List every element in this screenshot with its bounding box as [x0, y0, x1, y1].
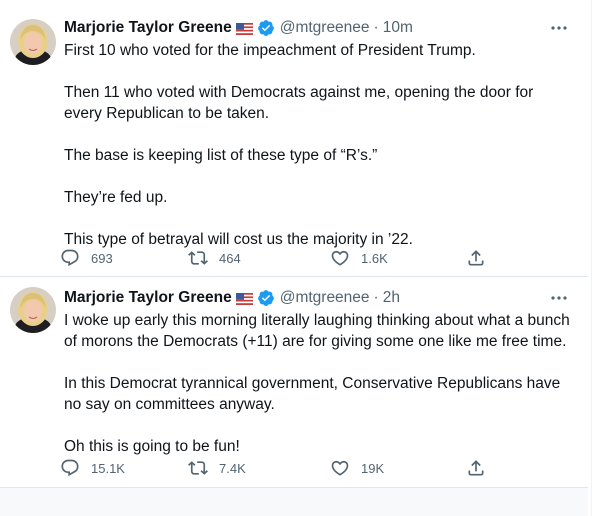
tweet-paragraph: In this Democrat tyrannical government, …	[64, 375, 565, 413]
retweet-button[interactable]: 7.4K	[188, 457, 246, 479]
tweet[interactable]: Marjorie Taylor Greene @mtgreenee ·	[0, 277, 588, 488]
avatar[interactable]	[10, 287, 56, 333]
tweet-paragraph: Then 11 who voted with Democrats against…	[64, 84, 538, 122]
retweet-count: 464	[219, 250, 241, 266]
reply-button[interactable]: 15.1K	[60, 457, 125, 479]
share-icon	[468, 250, 484, 266]
timeline-spacer	[0, 488, 588, 516]
tweet-paragraph: First 10 who voted for the impeachment o…	[64, 42, 476, 59]
timeline: Marjorie Taylor Greene @mtgreenee · 10m …	[0, 0, 592, 516]
us-flag-icon	[235, 292, 253, 306]
tweet-text: I woke up early this morning literally l…	[64, 310, 574, 457]
like-count: 19K	[361, 460, 385, 476]
retweet-icon	[188, 461, 208, 475]
verified-badge-icon	[257, 19, 275, 37]
reply-count: 15.1K	[91, 460, 125, 476]
reply-icon	[61, 459, 79, 477]
tweet-header: Marjorie Taylor Greene @mtgreenee ·	[64, 288, 400, 308]
tweet-paragraph: The base is keeping list of these type o…	[64, 147, 378, 164]
retweet-count: 7.4K	[219, 460, 246, 476]
author-handle[interactable]: @mtgreenee	[280, 289, 370, 307]
separator-dot: ·	[373, 289, 379, 306]
share-button[interactable]	[466, 247, 486, 269]
tweet-actions: 693 464 1.6K	[60, 247, 490, 269]
like-button[interactable]: 1.6K	[330, 247, 388, 269]
separator-dot: ·	[373, 19, 379, 36]
heart-icon	[331, 460, 349, 476]
like-count: 1.6K	[361, 250, 388, 266]
author-handle[interactable]: @mtgreenee	[280, 19, 370, 37]
us-flag-icon	[235, 22, 253, 36]
tweet-paragraph: Oh this is going to be fun!	[64, 438, 240, 455]
retweet-button[interactable]: 464	[188, 247, 241, 269]
timestamp[interactable]: 2h	[383, 289, 400, 307]
reply-button[interactable]: 693	[60, 247, 113, 269]
share-button[interactable]	[466, 457, 486, 479]
timestamp[interactable]: 10m	[383, 19, 413, 37]
tweet[interactable]: Marjorie Taylor Greene @mtgreenee ·	[0, 0, 588, 277]
tweet-paragraph: They’re fed up.	[64, 189, 168, 206]
author-name[interactable]: Marjorie Taylor Greene	[64, 289, 232, 307]
tweet-text: First 10 who voted for the impeachment o…	[64, 40, 574, 250]
tweet-actions: 15.1K 7.4K 19K	[60, 457, 490, 479]
avatar[interactable]	[10, 19, 56, 65]
more-options-icon[interactable]	[548, 290, 570, 306]
tweet-paragraph: I woke up early this morning literally l…	[64, 312, 575, 350]
tweet-header: Marjorie Taylor Greene @mtgreenee ·	[64, 18, 413, 38]
verified-badge-icon	[257, 289, 275, 307]
reply-count: 693	[91, 250, 113, 266]
reply-icon	[61, 249, 79, 267]
more-options-icon[interactable]	[548, 20, 570, 36]
like-button[interactable]: 19K	[330, 457, 384, 479]
share-icon	[468, 460, 484, 476]
heart-icon	[331, 250, 349, 266]
retweet-icon	[188, 251, 208, 265]
author-name[interactable]: Marjorie Taylor Greene	[64, 19, 232, 37]
